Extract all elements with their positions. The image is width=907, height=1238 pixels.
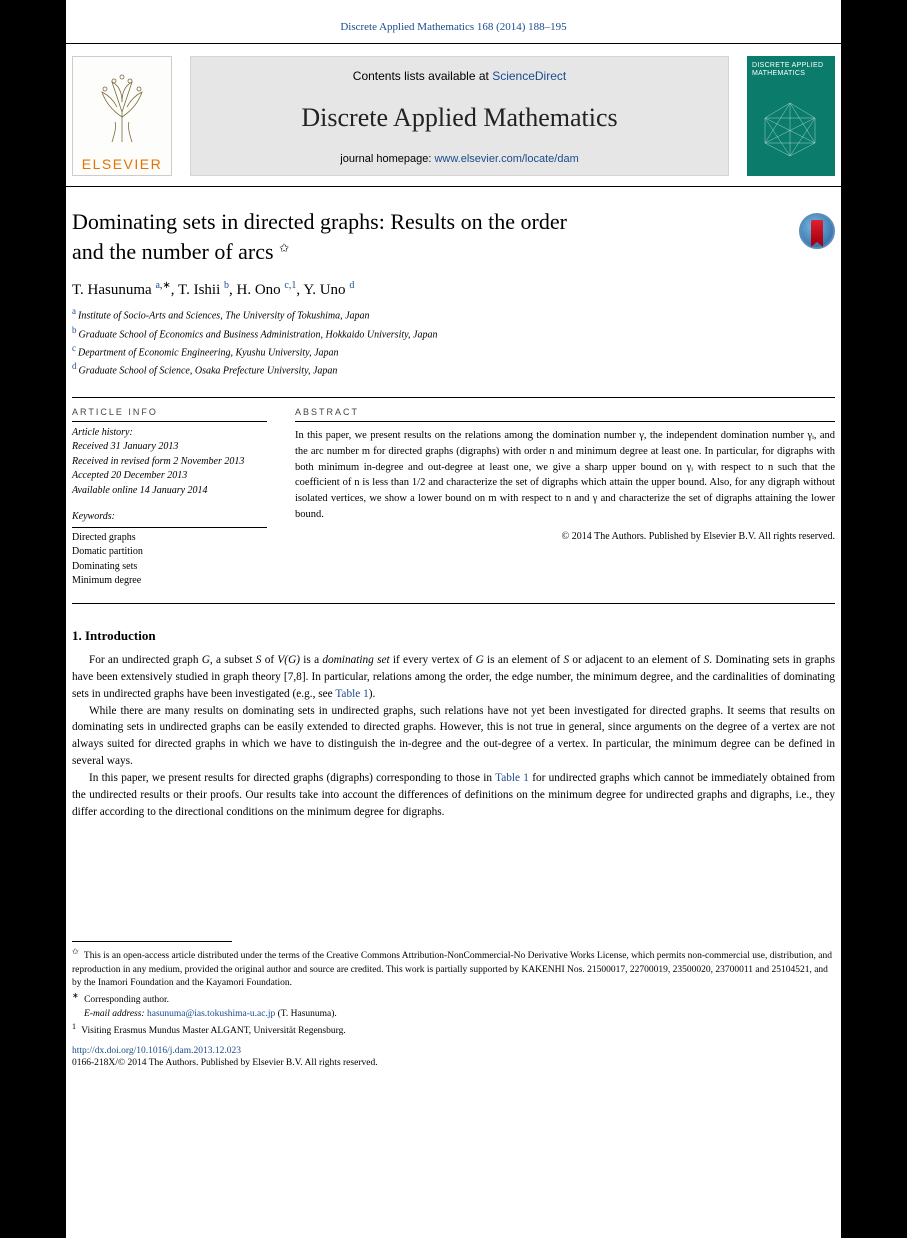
abstract-text: In this paper, we present results on the… — [295, 428, 835, 523]
bookmark-icon — [811, 220, 823, 242]
aff-c: Department of Economic Engineering, Kyus… — [78, 347, 339, 358]
author-3-aff: c,1 — [284, 280, 296, 291]
keyword-3: Dominating sets — [72, 560, 267, 575]
section-1-heading: 1. Introduction — [72, 628, 835, 644]
homepage-link[interactable]: www.elsevier.com/locate/dam — [434, 153, 578, 165]
email-author: (T. Hasunuma). — [275, 1009, 337, 1019]
footnotes: ✩ This is an open-access article distrib… — [72, 946, 835, 1038]
footnote-corresponding: ∗ Corresponding author. — [72, 990, 835, 1007]
cover-title: DISCRETE APPLIED MATHEMATICS — [752, 62, 830, 77]
abstract-header: ABSTRACT — [295, 406, 835, 423]
aff-d: Graduate School of Science, Osaka Prefec… — [79, 366, 338, 377]
footnote-mark-1: 1 — [72, 1022, 76, 1031]
center-banner: Contents lists available at ScienceDirec… — [190, 56, 729, 176]
keyword-4: Minimum degree — [72, 574, 267, 589]
title-line1: Dominating sets in directed graphs: Resu… — [72, 209, 567, 234]
aff-label-d: d — [72, 361, 77, 371]
aff-a: Institute of Socio-Arts and Sciences, Th… — [78, 311, 370, 322]
abstract: ABSTRACT In this paper, we present resul… — [277, 398, 835, 603]
elsevier-logo[interactable]: ELSEVIER — [72, 56, 172, 176]
article-info: ARTICLE INFO Article history: Received 3… — [72, 398, 277, 603]
doi-link[interactable]: http://dx.doi.org/10.1016/j.dam.2013.12.… — [72, 1046, 241, 1056]
history-online: Available online 14 January 2014 — [72, 484, 267, 499]
email-label: E-mail address: — [84, 1009, 147, 1019]
abstract-copyright: © 2014 The Authors. Published by Elsevie… — [295, 529, 835, 544]
history-label: Article history: — [72, 426, 267, 441]
footnote-email: E-mail address: hasunuma@ias.tokushima-u… — [72, 1008, 835, 1021]
footnote-mark-star: ✩ — [72, 947, 79, 956]
homepage-prefix: journal homepage: — [340, 153, 434, 165]
aff-b: Graduate School of Economics and Busines… — [79, 329, 438, 340]
contents-prefix: Contents lists available at — [353, 69, 492, 83]
paragraph-2: While there are many results on dominati… — [72, 703, 835, 771]
math-g: G — [202, 654, 210, 666]
body-text: For an undirected graph G, a subset S of… — [72, 652, 835, 821]
contents-line: Contents lists available at ScienceDirec… — [353, 69, 566, 83]
term-dominating-set: dominating set — [322, 654, 389, 666]
author-3: , H. Ono — [229, 282, 284, 298]
math-vg: V(G) — [277, 654, 300, 666]
keywords-block: Keywords: Directed graphs Domatic partit… — [72, 510, 267, 589]
citation-header: Discrete Applied Mathematics 168 (2014) … — [66, 15, 841, 39]
keyword-1: Directed graphs — [72, 531, 267, 546]
history-accepted: Accepted 20 December 2013 — [72, 469, 267, 484]
title-line2: and the number of arcs — [72, 239, 279, 264]
aff-label-c: c — [72, 343, 76, 353]
author-4: , Y. Uno — [296, 282, 349, 298]
sciencedirect-link[interactable]: ScienceDirect — [492, 69, 566, 83]
title-note-mark: ✩ — [279, 241, 289, 255]
footnote-rule — [72, 941, 232, 942]
article-history: Article history: Received 31 January 201… — [72, 426, 267, 499]
aff-label-b: b — [72, 325, 77, 335]
footnote-funding: ✩ This is an open-access article distrib… — [72, 946, 835, 990]
affiliations: aInstitute of Socio-Arts and Sciences, T… — [66, 299, 841, 378]
aff-label-a: a — [72, 306, 76, 316]
paper-title: Dominating sets in directed graphs: Resu… — [72, 207, 789, 266]
crossmark-badge[interactable] — [799, 213, 835, 249]
article-info-header: ARTICLE INFO — [72, 406, 267, 422]
citation-text: Discrete Applied Mathematics 168 (2014) … — [340, 21, 566, 33]
author-list: T. Hasunuma a,∗, T. Ishii b, H. Ono c,1,… — [66, 266, 841, 299]
table-1-link-2[interactable]: Table 1 — [495, 772, 529, 784]
history-received: Received 31 January 2013 — [72, 440, 267, 455]
homepage-line: journal homepage: www.elsevier.com/locat… — [340, 153, 578, 165]
history-revised: Received in revised form 2 November 2013 — [72, 455, 267, 470]
author-1-corr: ,∗ — [160, 280, 171, 291]
journal-banner: ELSEVIER Contents lists available at Sci… — [66, 44, 841, 176]
paragraph-3: In this paper, we present results for di… — [72, 770, 835, 821]
table-1-link[interactable]: Table 1 — [335, 688, 368, 700]
keyword-2: Domatic partition — [72, 545, 267, 560]
footnote-visiting: 1 Visiting Erasmus Mundus Master ALGANT,… — [72, 1021, 835, 1038]
copyright-line: 0166-218X/© 2014 The Authors. Published … — [72, 1058, 835, 1068]
keywords-header: Keywords: — [72, 510, 267, 528]
elsevier-tree-icon — [73, 57, 171, 156]
author-2: , T. Ishii — [171, 282, 224, 298]
journal-cover-thumbnail[interactable]: DISCRETE APPLIED MATHEMATICS — [747, 56, 835, 176]
elsevier-name: ELSEVIER — [82, 156, 162, 175]
paragraph-1: For an undirected graph G, a subset S of… — [72, 652, 835, 703]
journal-title: Discrete Applied Mathematics — [301, 103, 617, 133]
info-abstract-block: ARTICLE INFO Article history: Received 3… — [72, 397, 835, 604]
email-link[interactable]: hasunuma@ias.tokushima-u.ac.jp — [147, 1009, 275, 1019]
author-4-aff: d — [349, 280, 354, 291]
footnote-mark-asterisk: ∗ — [72, 991, 79, 1000]
author-1: T. Hasunuma — [72, 282, 155, 298]
doi-line: http://dx.doi.org/10.1016/j.dam.2013.12.… — [72, 1046, 835, 1056]
